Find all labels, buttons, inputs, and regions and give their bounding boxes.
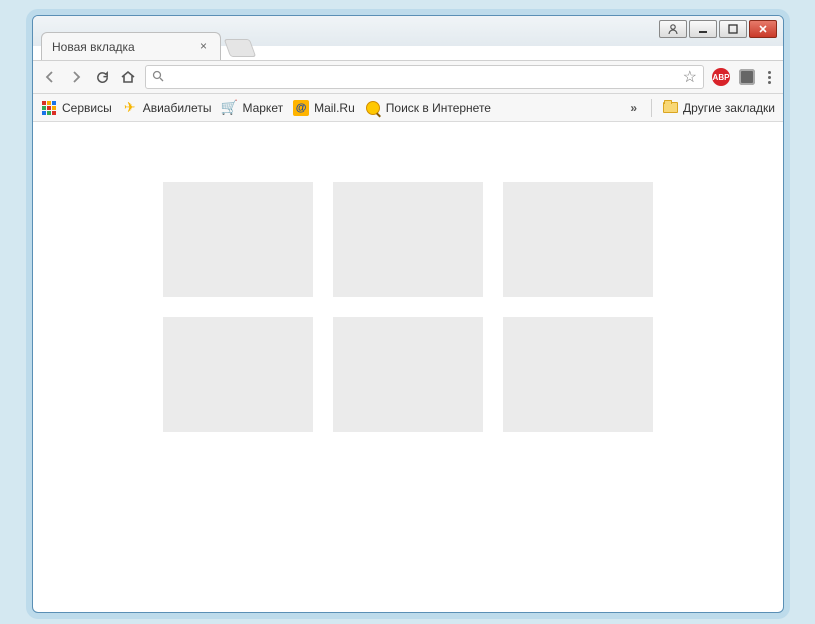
url-input[interactable] [170,67,677,87]
adblock-extension-icon[interactable]: ABP [712,68,730,86]
site-tile[interactable] [503,317,653,432]
site-tile[interactable] [503,182,653,297]
minimize-button[interactable] [689,20,717,38]
bookmark-star-icon[interactable]: ☆ [683,67,697,87]
abp-badge: ABP [712,68,730,86]
evernote-extension-icon[interactable] [738,68,756,86]
bookmark-other-folder[interactable]: Другие закладки [662,100,775,116]
bookmark-label: Маркет [242,101,283,115]
site-tile[interactable] [333,317,483,432]
forward-button[interactable] [67,68,85,86]
bookmark-label: Другие закладки [683,101,775,115]
most-visited-grid [163,182,653,432]
tab-bar: Новая вкладка × [41,30,253,60]
bookmark-websearch[interactable]: Поиск в Интернете [365,100,491,116]
bookmark-label: Сервисы [62,101,112,115]
maximize-button[interactable] [719,20,747,38]
close-window-button[interactable] [749,20,777,38]
search-icon [152,70,164,85]
reload-button[interactable] [93,68,111,86]
bookmark-flights[interactable]: ✈ Авиабилеты [122,100,212,116]
bookmark-label: Mail.Ru [314,101,355,115]
bookmark-label: Авиабилеты [143,101,212,115]
apps-grid-icon [41,100,57,116]
cart-icon: 🛒 [221,100,237,116]
site-tile[interactable] [163,317,313,432]
plane-icon: ✈ [122,100,138,116]
magnifier-icon [365,100,381,116]
mailru-icon: @ [293,100,309,116]
separator [651,99,652,117]
bookmark-label: Поиск в Интернете [386,101,491,115]
bookmark-market[interactable]: 🛒 Маркет [221,100,283,116]
bookmark-mailru[interactable]: @ Mail.Ru [293,100,355,116]
bookmarks-overflow-button[interactable]: » [626,101,641,115]
home-button[interactable] [119,68,137,86]
toolbar: ☆ ABP [33,60,783,94]
browser-menu-button[interactable] [764,71,775,84]
address-bar[interactable]: ☆ [145,65,704,89]
back-button[interactable] [41,68,59,86]
site-tile[interactable] [163,182,313,297]
new-tab-content [33,122,783,432]
tab-title: Новая вкладка [52,40,135,54]
folder-icon [662,100,678,116]
bookmark-apps[interactable]: Сервисы [41,100,112,116]
user-menu-button[interactable] [659,20,687,38]
close-tab-icon[interactable]: × [200,40,212,52]
bookmarks-bar: Сервисы ✈ Авиабилеты 🛒 Маркет @ Mail.Ru … [33,94,783,122]
site-tile[interactable] [333,182,483,297]
new-tab-button[interactable] [224,39,257,57]
browser-tab[interactable]: Новая вкладка × [41,32,221,60]
